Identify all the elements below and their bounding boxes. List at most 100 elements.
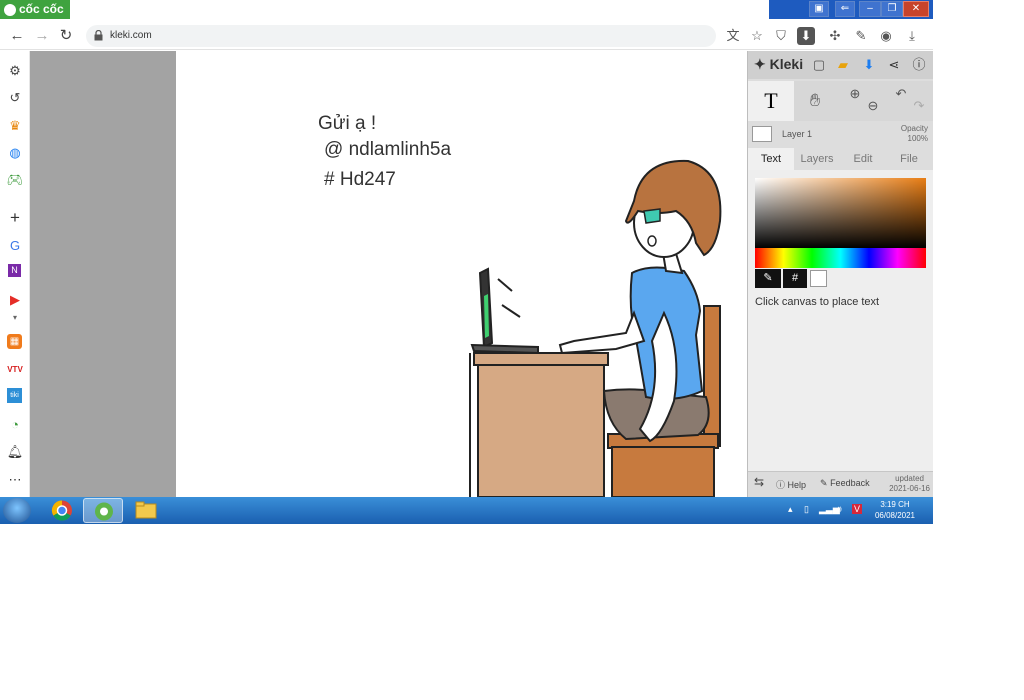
youtube-icon[interactable]: ▶ <box>6 291 24 309</box>
crown-icon[interactable]: ♛ <box>6 117 24 135</box>
translate-icon[interactable]: 文 <box>724 27 742 45</box>
browser-logo[interactable]: cốc cốc <box>0 0 70 19</box>
hand-icon[interactable]: ✋︎ <box>806 91 824 109</box>
tray-expand-icon[interactable]: ▴ <box>788 504 793 515</box>
url-text: kleki.com <box>110 30 152 41</box>
maximize-button[interactable]: ❐ <box>881 1 903 17</box>
opacity-label: Opacity 100% <box>901 124 928 144</box>
account-icon[interactable]: ◉ <box>877 27 895 45</box>
drawing-canvas[interactable]: Gửi ạ ! @ ndlamlinh5a # Hd247 <box>176 51 747 497</box>
address-bar: ← → ↻ kleki.com 文 ☆ ⛉ ⬇ ✣ ✎ ◉ ⤓ <box>0 22 933 50</box>
antivirus-icon[interactable]: V <box>852 504 863 514</box>
bookmark-star-icon[interactable]: ☆ <box>748 27 766 45</box>
close-button[interactable]: ✕ <box>903 1 929 17</box>
new-image-icon[interactable]: ▢ <box>810 56 828 74</box>
edit-notes-icon[interactable]: ✎ <box>852 27 870 45</box>
text-tool-button[interactable]: T <box>748 81 794 121</box>
save-icon[interactable]: ▰ <box>834 56 852 74</box>
more-icon[interactable]: ⋯ <box>6 471 24 489</box>
help-label: Help <box>787 480 807 490</box>
kleki-panel: ✦ Kleki ▢ ▰ ⬇ ⋖ ⓘ T ✋︎ ⊕ ⊖ ↶ ↷ Layer 1 O… <box>747 51 933 497</box>
add-icon[interactable]: + <box>6 209 24 227</box>
forward-icon[interactable]: → <box>32 26 52 46</box>
text-tab-content: ✎ # Click canvas to place text <box>748 170 933 471</box>
start-button[interactable] <box>3 498 31 523</box>
undo-icon[interactable]: ↶ <box>892 85 910 103</box>
coccoc-taskbar-icon[interactable] <box>83 498 123 523</box>
tab-file[interactable]: File <box>886 148 932 170</box>
share-icon[interactable]: ⋖ <box>885 56 903 74</box>
back-icon[interactable]: ← <box>7 26 27 46</box>
coccoc-app-icon[interactable]: ◔ <box>6 416 24 434</box>
tiki-icon[interactable]: tiki <box>7 388 22 403</box>
text-tool-icon: T <box>764 88 778 113</box>
google-translate-icon[interactable]: G <box>6 237 24 255</box>
eye <box>643 208 661 224</box>
drawing-illustration <box>469 159 722 497</box>
zoom-in-icon[interactable]: ⊕ <box>846 85 864 103</box>
chevron-down-icon[interactable]: ▾ <box>6 309 24 327</box>
coccoc-logo-icon <box>4 3 16 16</box>
reload-icon[interactable]: ↻ <box>56 26 76 46</box>
swap-icon[interactable]: ⇆ <box>754 475 764 489</box>
volume-icon[interactable]: 🔊︎ <box>836 504 842 515</box>
hue-slider[interactable] <box>755 248 926 268</box>
clock[interactable]: 3:19 CH 06/08/2021 <box>868 499 922 521</box>
kleki-logo[interactable]: ✦ Kleki <box>754 56 803 73</box>
arm <box>558 310 646 355</box>
back-arrow-icon[interactable]: ⇐ <box>835 1 855 17</box>
clock-time: 3:19 CH <box>880 500 910 509</box>
tab-text[interactable]: Text <box>748 148 794 170</box>
kleki-logo-icon: ✦ <box>754 56 766 72</box>
tab-edit[interactable]: Edit <box>840 148 886 170</box>
zoom-out-icon[interactable]: ⊖ <box>864 97 882 115</box>
updated-label: updated <box>895 474 924 483</box>
gamepad-icon[interactable]: 🎮︎ <box>6 171 24 189</box>
minimize-button[interactable]: – <box>859 1 881 17</box>
feedback-icon: ✎ <box>820 478 828 488</box>
tab-layers[interactable]: Layers <box>794 148 840 170</box>
lock-icon <box>94 30 103 41</box>
browser-name: cốc cốc <box>19 2 64 16</box>
chrome-taskbar-icon[interactable] <box>42 498 82 523</box>
vtv-icon[interactable]: VTV <box>6 361 24 379</box>
kleki-logo-text: Kleki <box>769 56 804 72</box>
screen-capture-icon[interactable]: ▣ <box>809 1 829 17</box>
chair-base <box>611 446 715 497</box>
updated-info[interactable]: updated 2021-06-16 <box>889 474 930 494</box>
messenger-icon[interactable]: ◍ <box>6 144 24 162</box>
settings-gear-icon[interactable]: ⚙ <box>6 62 24 80</box>
coccoc-icon <box>95 502 113 521</box>
panel-footer: ⇆ ⓘ Help ✎ Feedback updated 2021-06-16 <box>748 471 933 497</box>
desk-body <box>477 364 605 497</box>
hex-input-button[interactable]: # <box>783 269 807 288</box>
downloads-icon[interactable]: ⤓ <box>903 27 921 45</box>
window-controls: ▣ ⇐ – ❐ ✕ <box>769 0 933 19</box>
color-picker[interactable] <box>755 178 926 248</box>
help-link[interactable]: ⓘ Help <box>776 478 806 491</box>
extensions-icon[interactable]: ✣ <box>826 27 844 45</box>
file-explorer-taskbar-icon[interactable] <box>126 498 166 523</box>
feedback-link[interactable]: ✎ Feedback <box>820 478 870 489</box>
download-video-icon[interactable]: ⬇ <box>797 27 815 45</box>
notification-bell-icon[interactable]: 🔔︎ <box>6 443 24 461</box>
onenote-icon[interactable]: N <box>8 264 21 277</box>
redo-icon[interactable]: ↷ <box>910 97 928 115</box>
eyedropper-icon[interactable]: ✎ <box>755 269 781 288</box>
color-swatch[interactable] <box>810 270 827 287</box>
help-circle-icon: ⓘ <box>776 480 786 490</box>
windows-taskbar: ▴ ▯ ▂▃▅ 🔊︎ V 3:19 CH 06/08/2021 <box>0 497 933 524</box>
url-field[interactable]: kleki.com <box>86 25 716 47</box>
help-icon[interactable]: ⓘ <box>910 56 928 74</box>
layer-row[interactable]: Layer 1 Opacity 100% <box>748 123 933 147</box>
title-bar: cốc cốc ▣ ⇐ – ❐ ✕ <box>0 0 933 22</box>
folder-icon <box>135 501 157 519</box>
opacity-value: 100% <box>907 134 928 143</box>
download-icon[interactable]: ⬇ <box>860 56 878 74</box>
shield-icon[interactable]: ⛉ <box>772 27 790 45</box>
history-icon[interactable]: ↺ <box>6 89 24 107</box>
feedback-label: Feedback <box>830 478 870 488</box>
shopping-icon[interactable]: ▦ <box>7 334 22 349</box>
tray-device-icon[interactable]: ▯ <box>804 504 809 515</box>
updated-date: 2021-06-16 <box>889 484 930 493</box>
